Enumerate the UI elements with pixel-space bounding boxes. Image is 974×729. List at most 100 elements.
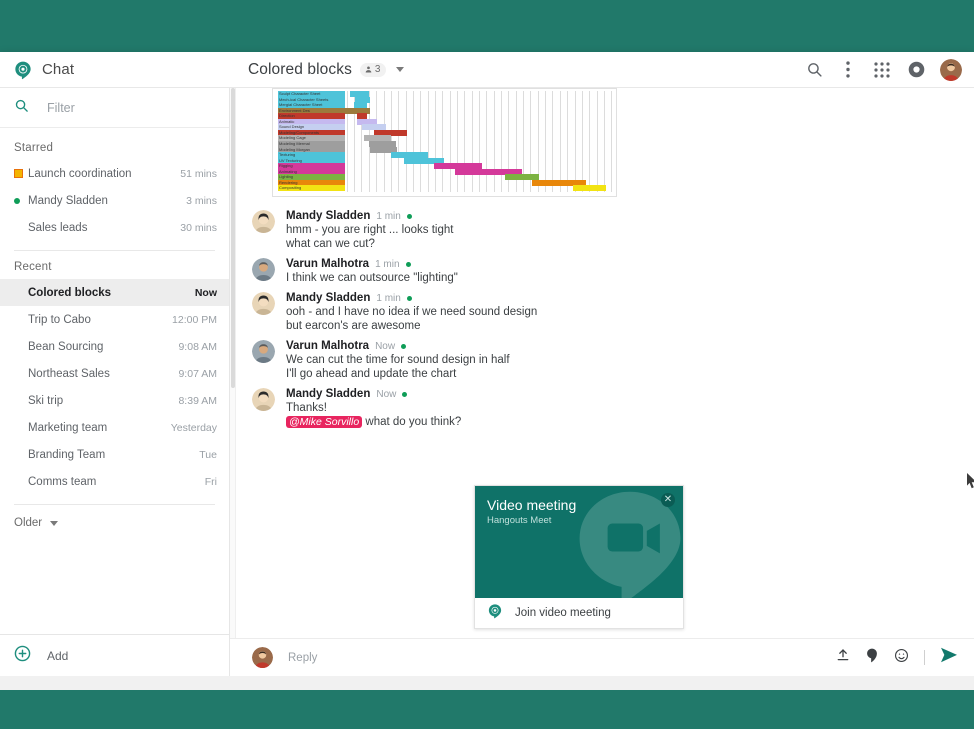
reply-bar	[230, 638, 974, 676]
mention-chip[interactable]: @Mike Sorvillo	[286, 416, 363, 428]
avatar[interactable]	[252, 292, 275, 315]
unread-dot-icon	[402, 392, 408, 397]
apps-grid-icon[interactable]	[872, 60, 892, 80]
presence-dot-icon	[14, 197, 28, 204]
reply-actions	[836, 647, 958, 668]
conversation-time: 12:00 PM	[172, 313, 217, 326]
close-icon[interactable]: ✕	[661, 493, 675, 507]
avatar[interactable]	[252, 258, 275, 281]
avatar[interactable]	[940, 58, 962, 81]
drive-icon[interactable]	[865, 648, 879, 668]
message-author: Varun Malhotra	[286, 340, 370, 352]
older-label: Older	[14, 517, 43, 529]
chevron-down-icon	[50, 520, 59, 526]
list-item[interactable]: Marketing team Yesterday	[0, 414, 229, 441]
list-item[interactable]: Comms team Fri	[0, 468, 229, 495]
message-header: Varun Malhotra 1 min	[286, 258, 954, 270]
conversation-name: Sales leads	[28, 221, 88, 234]
add-label: Add	[47, 648, 69, 663]
list-item[interactable]: Northeast Sales 9:07 AM	[0, 360, 229, 387]
message-body: Mandy Sladden Now Thanks! @Mike Sorvillo wh…	[286, 388, 954, 429]
upload-icon[interactable]	[836, 648, 850, 667]
message-text: hmm - you are right ... looks tight	[286, 224, 454, 236]
sidebar-item-colored-blocks[interactable]: Colored blocks Now	[0, 279, 229, 306]
conversation-time: Yesterday	[170, 421, 217, 434]
list-item[interactable]: Branding Team Tue	[0, 441, 229, 468]
avatar[interactable]	[252, 388, 275, 411]
gantt-row: Compositing	[276, 185, 613, 192]
member-count-chip[interactable]: 3	[359, 62, 387, 77]
join-video-meeting-label: Join video meeting	[515, 607, 611, 619]
avatar[interactable]	[252, 340, 275, 363]
add-button[interactable]: Add	[0, 634, 229, 676]
conversation-name: Branding Team	[28, 448, 106, 461]
list-item[interactable]: Trip to Cabo 12:00 PM	[0, 306, 229, 333]
top-bar-actions	[804, 58, 974, 81]
conversation-name: Colored blocks	[28, 286, 112, 299]
unread-dot-icon	[406, 214, 412, 219]
conversation-time: Fri	[204, 475, 217, 488]
emoji-icon[interactable]	[894, 648, 909, 668]
message-row: Mandy Sladden 1 min hmm - you are right ..…	[230, 203, 974, 251]
account-status-icon[interactable]	[906, 60, 926, 80]
message-header: Mandy Sladden Now	[286, 388, 954, 400]
gantt-bar	[572, 185, 607, 192]
video-meeting-subtitle: Hangouts Meet	[487, 515, 552, 526]
gantt-chart-attachment[interactable]: Sculpt Character Sheet Mech-ical Characte…	[272, 88, 617, 197]
video-meeting-hero: Video meeting Hangouts Meet ✕	[475, 486, 683, 598]
list-item[interactable]: Launch coordination 51 mins	[0, 160, 229, 187]
conversation-name: Comms team	[28, 475, 97, 488]
list-item[interactable]: Mandy Sladden 3 mins	[0, 187, 229, 214]
conversation-name: Launch coordination	[28, 167, 132, 180]
conversation-time: Now	[194, 286, 217, 299]
older-toggle[interactable]: Older	[0, 507, 229, 529]
conversation-name: Northeast Sales	[28, 367, 110, 380]
message-text: what can we cut?	[286, 238, 375, 250]
scrollbar[interactable]	[230, 88, 236, 638]
conversation-time: 3 mins	[186, 194, 217, 207]
more-options-icon[interactable]	[838, 60, 858, 80]
message-row: Mandy Sladden Now Thanks! @Mike Sorvillo wh…	[230, 381, 974, 429]
message-author: Mandy Sladden	[286, 388, 371, 400]
conversation-header: Colored blocks 3	[230, 61, 804, 79]
search-icon[interactable]	[804, 60, 824, 80]
conversation-time: 9:07 AM	[178, 367, 217, 380]
chevron-down-icon[interactable]	[396, 67, 405, 72]
message-row: Mandy Sladden 1 min ooh - and I have no id…	[230, 285, 974, 333]
person-icon	[364, 65, 373, 74]
send-icon[interactable]	[940, 647, 958, 668]
message-header: Mandy Sladden 1 min	[286, 292, 954, 304]
gantt-row-label: Compositing	[278, 185, 346, 192]
message-timestamp: Now	[375, 341, 396, 352]
message-body: Mandy Sladden 1 min ooh - and I have no id…	[286, 292, 954, 333]
unread-dot-icon	[401, 344, 407, 349]
brand-title: Chat	[42, 61, 75, 78]
join-video-meeting-button[interactable]: Join video meeting	[475, 598, 683, 628]
message-author: Varun Malhotra	[286, 258, 370, 270]
video-meeting-card[interactable]: Video meeting Hangouts Meet ✕ Join video…	[474, 485, 684, 629]
conversation-time: 8:39 AM	[178, 394, 217, 407]
avatar	[252, 647, 273, 668]
list-item[interactable]: Ski trip 8:39 AM	[0, 387, 229, 414]
conversation-time: 51 mins	[180, 167, 217, 180]
search-icon	[14, 98, 29, 118]
divider	[14, 504, 215, 505]
message-row: Varun Malhotra Now We can cut the time for…	[230, 333, 974, 381]
messages-container: Mandy Sladden 1 min hmm - you are right ..…	[230, 203, 974, 429]
avatar[interactable]	[252, 210, 275, 233]
conversation-time: Tue	[199, 448, 217, 461]
message-timestamp: Now	[376, 389, 397, 400]
conversation-time: 9:08 AM	[178, 340, 217, 353]
list-item[interactable]: Bean Sourcing 9:08 AM	[0, 333, 229, 360]
message-text: We can cut the time for sound design in …	[286, 354, 510, 366]
window-bottom-strip	[0, 676, 974, 690]
message-text-with-mention: @Mike Sorvillo what do you think?	[286, 415, 954, 429]
hangouts-chat-logo-icon	[487, 603, 503, 624]
list-item[interactable]: Sales leads 30 mins	[0, 214, 229, 241]
top-bar: Chat Colored blocks 3	[0, 52, 974, 88]
conversation-name: Bean Sourcing	[28, 340, 104, 353]
message-text: but earcon's are awesome	[286, 320, 421, 332]
scrollbar-thumb[interactable]	[231, 88, 235, 388]
filter-input[interactable]	[45, 99, 195, 116]
reply-input[interactable]	[286, 650, 836, 665]
